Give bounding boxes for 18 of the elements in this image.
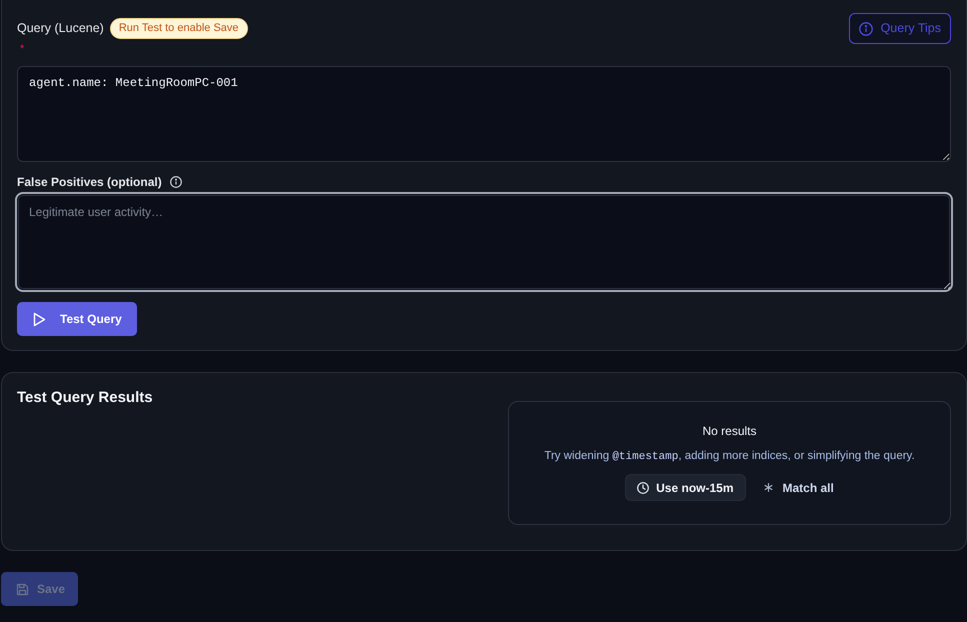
empty-state-title: No results <box>702 423 757 439</box>
required-mark: * <box>20 44 24 54</box>
clock-icon <box>637 482 650 494</box>
save-hint-badge: Run Test to enable Save <box>110 18 248 39</box>
play-icon <box>33 312 46 326</box>
false-positives-field[interactable]: Legitimate user activity… <box>15 192 953 292</box>
asterisk-icon <box>764 483 772 492</box>
results-heading: Test Query Results <box>17 388 153 408</box>
query-field[interactable]: agent.name: MeetingRoomPC-001 <box>17 66 951 162</box>
info-icon <box>858 22 873 36</box>
match-all-link[interactable]: Match all <box>764 474 834 501</box>
info-icon <box>170 176 182 188</box>
query-label: Query (Lucene) <box>17 20 104 38</box>
false-positives-label: False Positives (optional) <box>17 174 162 191</box>
test-query-button[interactable]: Test Query <box>17 302 137 336</box>
save-icon <box>16 582 29 596</box>
use-now-15m-button[interactable]: Use now-15m <box>625 474 746 501</box>
empty-state-message: Try widening @timestamp, adding more indices, or simplifying the query. <box>544 449 915 465</box>
